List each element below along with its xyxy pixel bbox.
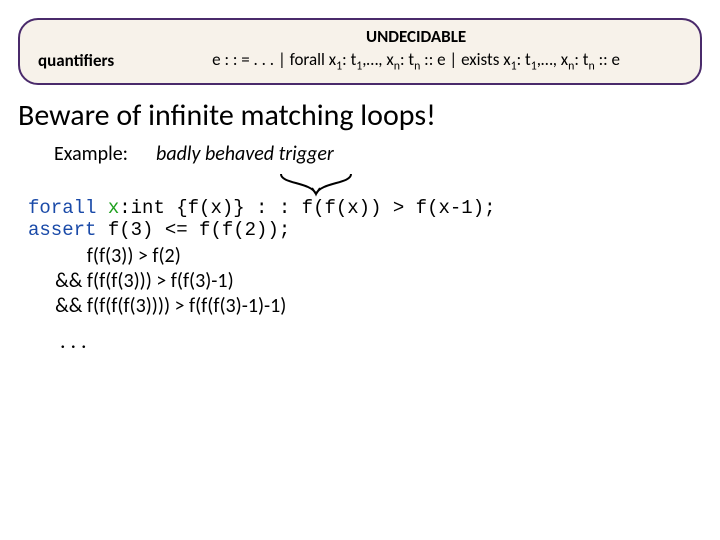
rule-body: UNDECIDABLE e : : = . . . | forall x1: t…	[150, 26, 682, 73]
code-block: forall x:int {f(x)} : : f(f(x)) > f(x-1)…	[28, 198, 720, 242]
grammar-text: : t	[574, 49, 588, 70]
grammar-rule-box: quantifiers UNDECIDABLE e : : = . . . | …	[18, 18, 702, 85]
grammar-text: : t	[400, 49, 414, 70]
derivation-block: f(f(3)) > f(2) && f(f(f(3))) > f(f(3)-1)…	[28, 244, 720, 319]
grammar-text: : t	[517, 49, 531, 70]
undecidable-label: UNDECIDABLE	[150, 26, 682, 47]
example-row: Example: badly behaved trigger	[54, 142, 720, 166]
grammar-text: ,…, x	[537, 49, 568, 70]
variable: x	[108, 197, 119, 219]
grammar-text: :: e	[595, 49, 620, 70]
code-line: forall x:int {f(x)} : : f(f(x)) > f(x-1)…	[28, 198, 720, 220]
grammar-text: e : : = . . . | forall x	[212, 49, 336, 70]
keyword: assert	[28, 219, 96, 241]
grammar-text: :: e | exists x	[420, 49, 510, 70]
example-label: Example:	[54, 142, 128, 166]
trigger-note: badly behaved trigger	[156, 142, 334, 166]
derivation-line: && f(f(f(3))) > f(f(3)-1)	[28, 269, 720, 294]
slide-heading: Beware of infinite matching loops!	[18, 97, 702, 134]
derivation-line: f(f(3)) > f(2)	[28, 244, 720, 269]
code-text: :int {f(x)} : : f(f(x)) > f(x-1);	[119, 197, 495, 219]
code-line: assert f(3) <= f(f(2));	[28, 220, 720, 242]
derivation-line: && f(f(f(f(3)))) > f(f(f(3)-1)-1)	[28, 294, 720, 319]
grammar-text: ,…, x	[362, 49, 393, 70]
curly-brace-icon	[276, 172, 356, 200]
ellipsis: . . .	[60, 327, 720, 354]
code-text: f(3) <= f(f(2));	[96, 219, 290, 241]
grammar-text: : t	[342, 49, 356, 70]
grammar-line: e : : = . . . | forall x1: t1,…, xn: tn …	[150, 49, 682, 73]
keyword: forall	[28, 197, 96, 219]
rule-label: quantifiers	[38, 50, 114, 73]
